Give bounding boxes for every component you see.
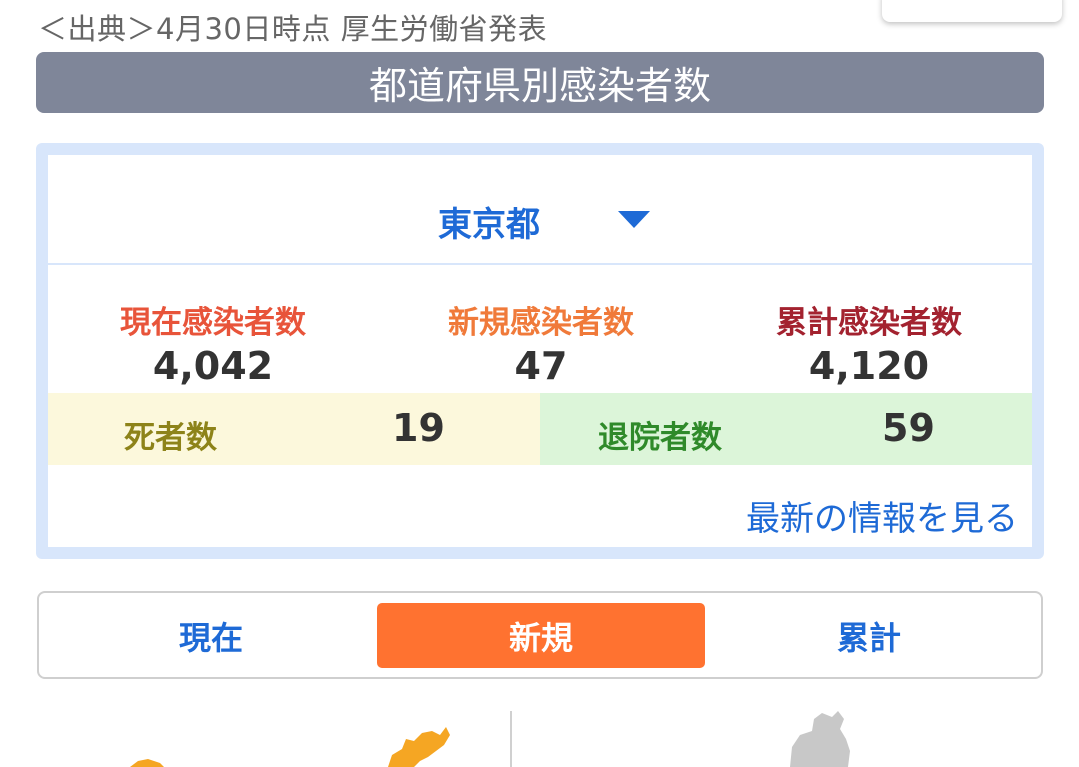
- latest-info-link[interactable]: 最新の情報を見る: [746, 491, 1018, 540]
- prefecture-panel: 東京都 現在感染者数 4,042 新規感染者数 47 累計感染者数 4,120 …: [36, 143, 1044, 559]
- stat-current-value: 4,042: [152, 344, 274, 388]
- section-header: 都道府県別感染者数: [36, 52, 1044, 113]
- floating-tab[interactable]: [882, 0, 1062, 22]
- stat-current-label: 現在感染者数: [120, 305, 306, 341]
- prefecture-panel-inner: 東京都 現在感染者数 4,042 新規感染者数 47 累計感染者数 4,120 …: [48, 155, 1032, 547]
- source-note: ＜出典＞4月30日時点 厚生労働省発表: [38, 12, 548, 46]
- stat-current: 現在感染者数 4,042: [48, 297, 378, 388]
- toggle-current-button[interactable]: 現在: [47, 603, 375, 668]
- stat-total-value: 4,120: [808, 344, 930, 388]
- view-toggle: 現在 新規 累計: [37, 591, 1043, 679]
- map-region-chugoku[interactable]: [388, 727, 450, 767]
- discharged-value: 59: [882, 406, 935, 450]
- stats-row: 現在感染者数 4,042 新規感染者数 47 累計感染者数 4,120: [48, 267, 1032, 393]
- map-region-tohoku[interactable]: [790, 711, 850, 767]
- prefecture-selector[interactable]: 東京都: [48, 155, 1032, 265]
- section-title: 都道府県別感染者数: [368, 64, 711, 108]
- deaths-value: 19: [392, 406, 445, 450]
- stat-new-value: 47: [514, 344, 568, 388]
- stat-total-label: 累計感染者数: [776, 305, 962, 341]
- map-divider: [510, 711, 512, 767]
- stat-new-label: 新規感染者数: [448, 305, 634, 341]
- discharged-label: 退院者数: [598, 420, 722, 456]
- map-region-kyushu[interactable]: [130, 759, 164, 767]
- prefecture-select-value[interactable]: 東京都: [438, 197, 540, 246]
- map-svg: [130, 711, 850, 767]
- toggle-new-button[interactable]: 新規: [377, 603, 705, 668]
- deaths-cell: 死者数 19: [48, 393, 540, 465]
- japan-map: [0, 705, 1079, 767]
- stat-total: 累計感染者数 4,120: [704, 297, 1034, 388]
- toggle-total-button[interactable]: 累計: [705, 603, 1033, 668]
- discharged-cell: 退院者数 59: [540, 393, 1032, 465]
- stat-new: 新規感染者数 47: [376, 297, 706, 388]
- caret-down-icon[interactable]: [618, 211, 650, 228]
- deaths-label: 死者数: [124, 420, 217, 456]
